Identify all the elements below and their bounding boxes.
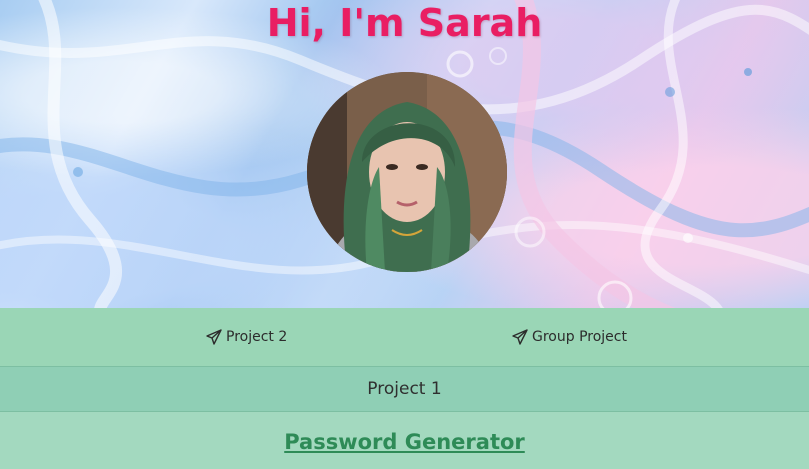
paper-plane-icon bbox=[512, 329, 528, 345]
avatar bbox=[307, 72, 507, 272]
project-content: Password Generator bbox=[0, 412, 809, 469]
navbar: Project 2 Group Project bbox=[0, 308, 809, 366]
nav-link-label: Group Project bbox=[532, 329, 627, 345]
password-generator-link[interactable]: Password Generator bbox=[0, 430, 809, 454]
portfolio-page: Hi, I'm Sarah Project 2 Group Project Pr… bbox=[0, 0, 809, 469]
nav-link-project-2[interactable]: Project 2 bbox=[206, 308, 287, 366]
paper-plane-icon bbox=[206, 329, 222, 345]
hero-banner: Hi, I'm Sarah bbox=[0, 0, 809, 308]
section-title: Project 1 bbox=[0, 366, 809, 412]
profile-photo bbox=[307, 72, 507, 272]
page-title: Hi, I'm Sarah bbox=[266, 1, 543, 45]
nav-link-label: Project 2 bbox=[226, 329, 288, 345]
nav-link-group-project[interactable]: Group Project bbox=[512, 308, 627, 366]
